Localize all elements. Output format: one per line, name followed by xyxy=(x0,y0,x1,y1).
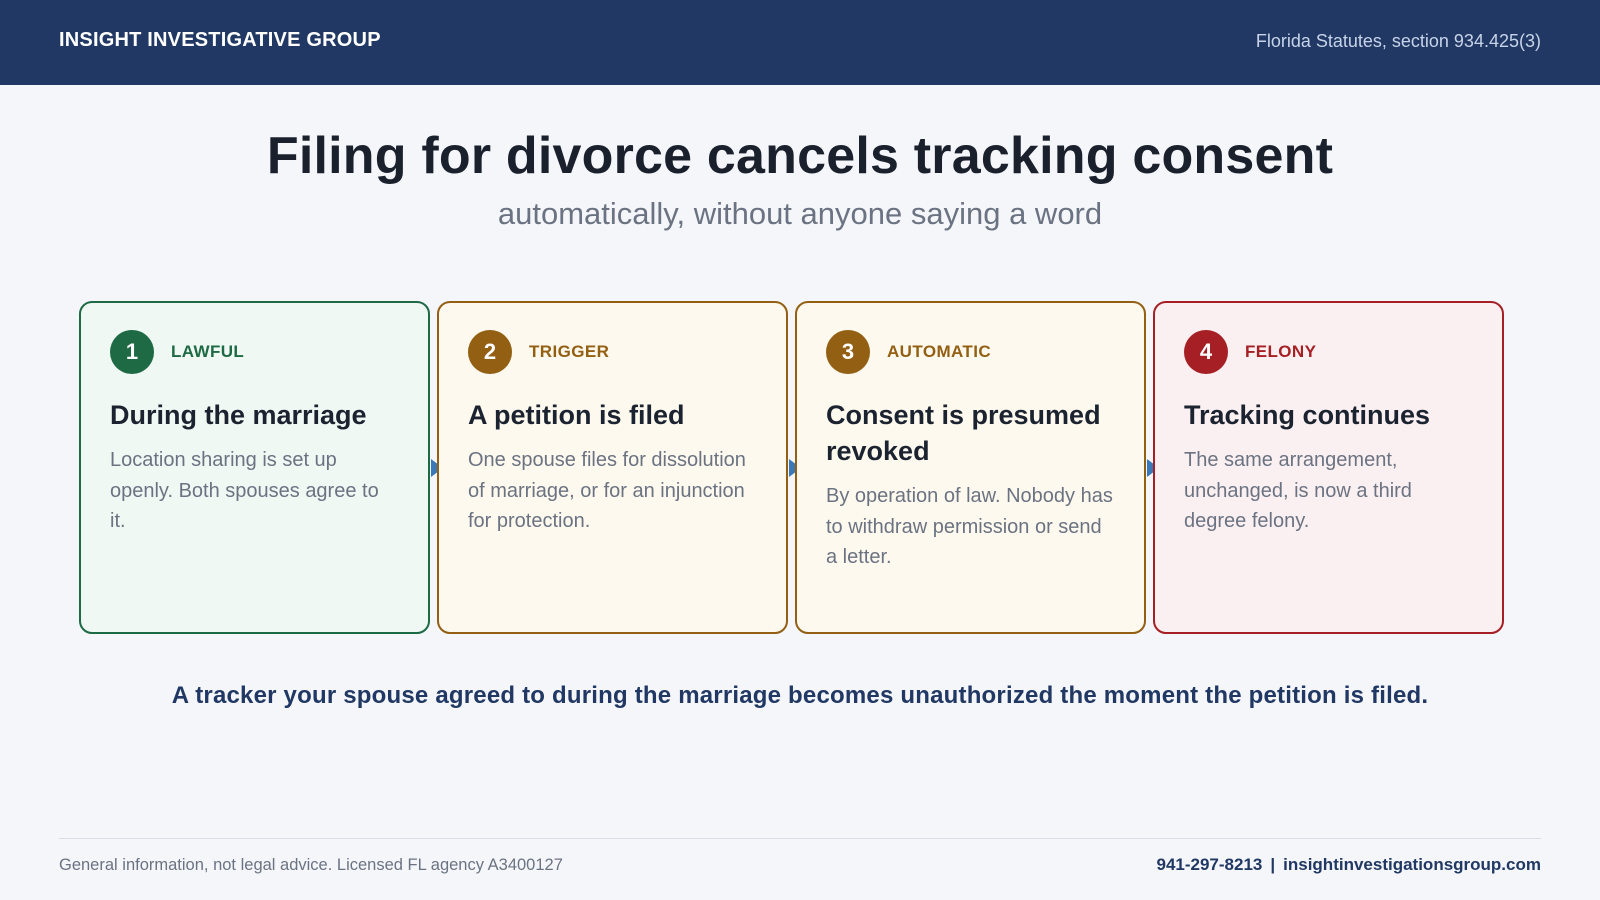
phone-number[interactable]: 941-297-8213 xyxy=(1157,855,1263,874)
step-tag: TRIGGER xyxy=(529,342,610,361)
step-tag: LAWFUL xyxy=(171,342,245,361)
contact-info: 941-297-8213 | insightinvestigationsgroup.… xyxy=(1157,855,1542,875)
brand-name: INSIGHT INVESTIGATIVE GROUP xyxy=(59,29,381,51)
step-tag: AUTOMATIC xyxy=(887,342,992,361)
website-link[interactable]: insightinvestigationsgroup.com xyxy=(1283,855,1541,874)
step-header: 2 TRIGGER xyxy=(468,329,757,375)
step-title: During the marriage xyxy=(110,400,367,430)
step-card-trigger: 2 TRIGGER A petition is filed One spouse… xyxy=(437,301,788,634)
legal-disclaimer: General information, not legal advice. L… xyxy=(59,856,563,874)
step-description: The same arrangement, unchanged, is now … xyxy=(1184,449,1412,532)
step-number-badge: 1 xyxy=(110,330,154,374)
step-card-automatic: 3 AUTOMATIC Consent is presumed revoked … xyxy=(795,301,1146,634)
step-card-lawful: 1 LAWFUL During the marriage Location sh… xyxy=(79,301,430,634)
step-header: 4 FELONY xyxy=(1184,329,1473,375)
header-bar: INSIGHT INVESTIGATIVE GROUP Florida Stat… xyxy=(0,0,1600,85)
page-title: Filing for divorce cancels tracking cons… xyxy=(266,127,1334,185)
step-title: Consent is presumed revoked xyxy=(826,400,1101,466)
step-description: One spouse files for dissolution of marr… xyxy=(468,449,746,532)
step-number-badge: 3 xyxy=(826,330,870,374)
key-takeaway: A tracker your spouse agreed to during t… xyxy=(171,682,1429,709)
step-number-badge: 2 xyxy=(468,330,512,374)
step-title: Tracking continues xyxy=(1184,400,1431,430)
step-card-felony: 4 FELONY Tracking continues The same arr… xyxy=(1153,301,1504,634)
page-subtitle: automatically, without anyone saying a w… xyxy=(497,196,1103,231)
step-tag: FELONY xyxy=(1245,342,1317,361)
step-description: By operation of law. Nobody has to withd… xyxy=(826,485,1113,568)
footer-divider xyxy=(59,838,1541,839)
step-title: A petition is filed xyxy=(468,400,685,430)
step-header: 1 LAWFUL xyxy=(110,329,399,375)
process-diagram: 1 LAWFUL During the marriage Location sh… xyxy=(79,301,1526,636)
statute-reference: Florida Statutes, section 934.425(3) xyxy=(1255,31,1541,51)
step-description: Location sharing is set up openly. Both … xyxy=(110,449,379,532)
contact-separator: | xyxy=(1270,855,1276,874)
step-header: 3 AUTOMATIC xyxy=(826,329,1115,375)
step-number-badge: 4 xyxy=(1184,330,1228,374)
